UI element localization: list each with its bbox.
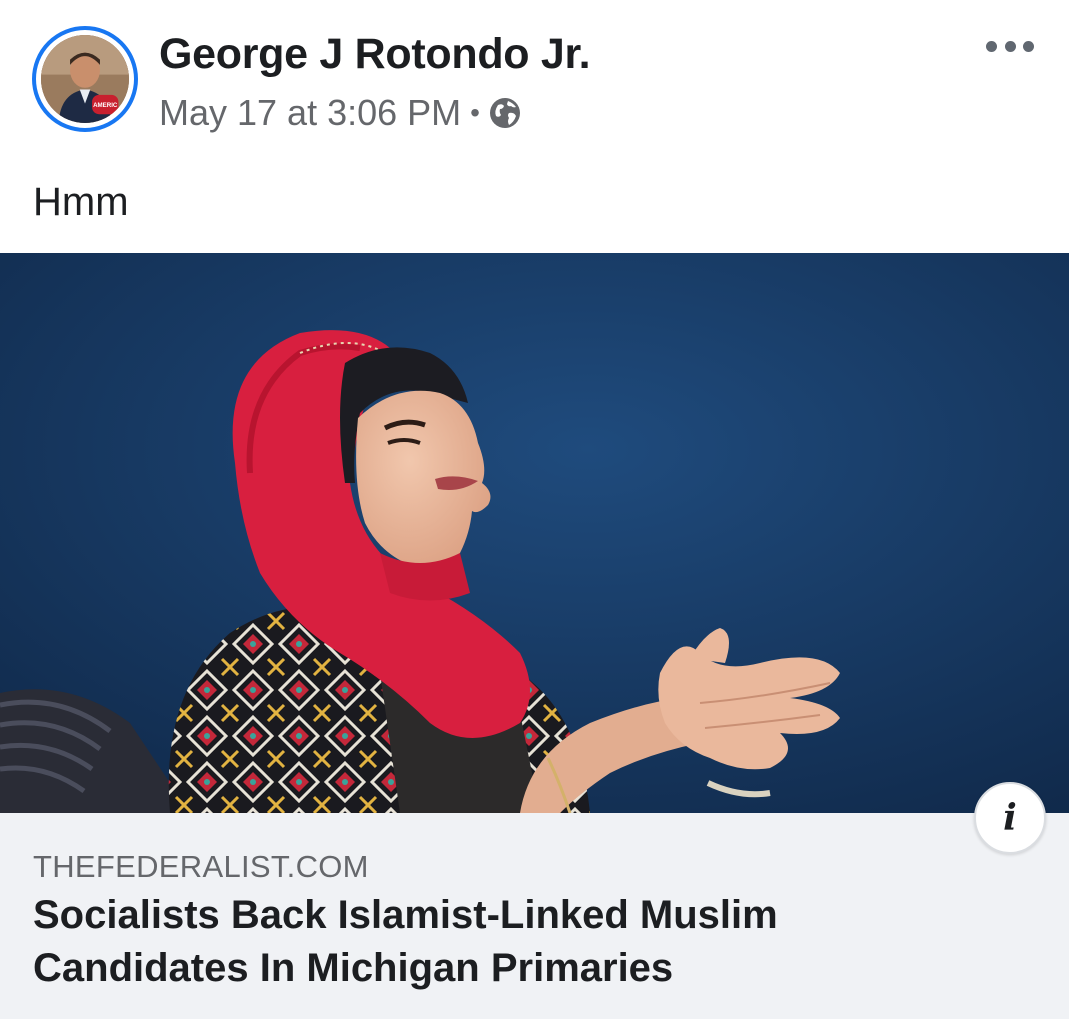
avatar-badge-text: AMERIC xyxy=(93,102,118,109)
link-title[interactable]: Socialists Back Islamist-Linked Muslim C… xyxy=(33,889,993,995)
link-preview-footer[interactable]: THEFEDERALIST.COM Socialists Back Islami… xyxy=(0,813,1069,1019)
more-options-icon[interactable] xyxy=(986,34,1034,58)
more-dot xyxy=(1004,40,1016,52)
post-text: Hmm xyxy=(33,180,129,224)
post-header: AMERIC George J Rotondo Jr. May 17 at 3:… xyxy=(0,0,1069,150)
facebook-post: AMERIC George J Rotondo Jr. May 17 at 3:… xyxy=(0,0,1069,1019)
meta-separator: • xyxy=(470,97,480,128)
avatar[interactable]: AMERIC xyxy=(32,26,138,132)
post-timestamp[interactable]: May 17 at 3:06 PM xyxy=(159,92,461,134)
avatar-image: AMERIC xyxy=(41,35,129,123)
author-name[interactable]: George J Rotondo Jr. xyxy=(159,30,591,79)
info-icon[interactable]: i xyxy=(974,782,1046,854)
globe-icon[interactable] xyxy=(489,97,521,129)
link-preview-image[interactable] xyxy=(0,253,1069,813)
more-dot xyxy=(1023,40,1034,52)
avatar-photo: AMERIC xyxy=(41,35,129,123)
post-meta: May 17 at 3:06 PM • xyxy=(159,92,521,134)
more-dot xyxy=(986,40,997,52)
link-domain: THEFEDERALIST.COM xyxy=(33,849,369,884)
speaker-photo xyxy=(0,253,1069,813)
